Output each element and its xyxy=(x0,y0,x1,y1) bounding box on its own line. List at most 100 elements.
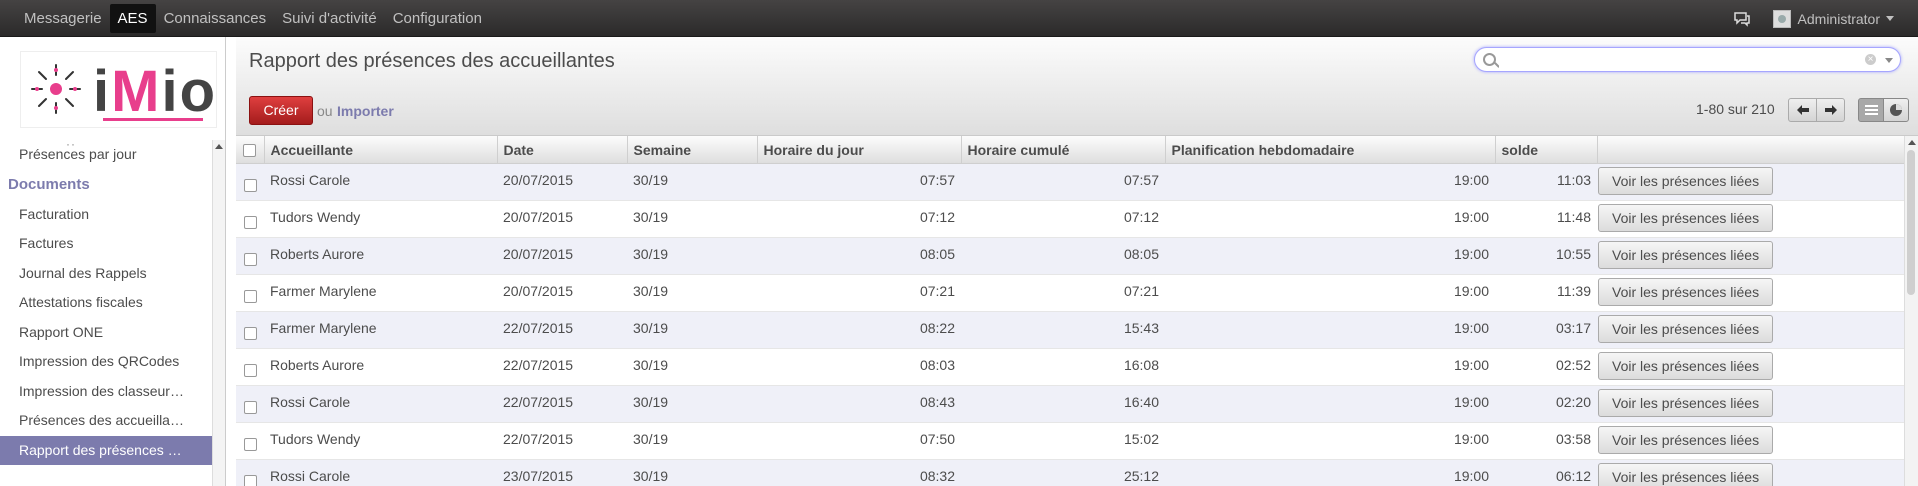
view-linked-presences-button[interactable]: Voir les présences liées xyxy=(1598,278,1774,306)
sidebar-item[interactable]: Attestations fiscales xyxy=(0,288,214,318)
table-cell: 25:12 xyxy=(961,459,1165,486)
clear-icon[interactable]: × xyxy=(1865,54,1876,65)
pager-next-button[interactable] xyxy=(1816,98,1845,122)
chevron-down-icon[interactable] xyxy=(1886,16,1894,21)
avatar[interactable] xyxy=(1772,9,1791,28)
pager-previous-button[interactable] xyxy=(1788,98,1817,122)
sidebar-item[interactable]: Présences des accueilla… xyxy=(0,406,214,436)
chat-icon[interactable] xyxy=(1733,10,1751,28)
table-cell: 19:00 xyxy=(1165,422,1495,460)
scroll-up-icon[interactable] xyxy=(215,144,223,149)
row-checkbox[interactable] xyxy=(243,326,257,340)
table-cell: 08:32 xyxy=(757,459,961,486)
column-header[interactable]: Semaine xyxy=(627,136,758,164)
row-checkbox[interactable] xyxy=(243,474,257,486)
table-row[interactable]: Rossi Carole 20/07/2015 30/19 07:57 07:57 19:… xyxy=(236,163,1904,201)
column-header[interactable]: Accueillante xyxy=(264,136,498,164)
table-row[interactable]: Tudors Wendy 20/07/2015 30/19 07:12 07:12 19:… xyxy=(236,200,1904,238)
or-label: ou xyxy=(317,103,333,119)
row-select-cell xyxy=(236,385,264,423)
view-linked-presences-button[interactable]: Voir les présences liées xyxy=(1598,315,1774,343)
user-area: Administrator xyxy=(1733,0,1894,37)
table-cell: 30/19 xyxy=(627,200,757,238)
table-cell: 20/07/2015 xyxy=(497,237,627,275)
search-input[interactable] xyxy=(1499,51,1863,70)
control-panel: Rapport des présences des accueillantes … xyxy=(236,37,1918,136)
view-linked-presences-button[interactable]: Voir les présences liées xyxy=(1598,241,1774,269)
table-cell: Farmer Marylene xyxy=(264,311,497,349)
table-cell: 11:03 xyxy=(1495,163,1597,201)
table-cell: 22/07/2015 xyxy=(497,422,627,460)
sidebar-item[interactable]: Factures xyxy=(0,229,214,259)
import-link[interactable]: Importer xyxy=(337,103,394,119)
table-row[interactable]: Farmer Marylene 20/07/2015 30/19 07:21 07:21… xyxy=(236,274,1904,312)
sidebar-item[interactable]: Impression des classeur… xyxy=(0,377,214,407)
search-options-icon[interactable] xyxy=(1885,58,1893,63)
row-checkbox[interactable] xyxy=(243,363,257,377)
logo-wordmark: iMio xyxy=(93,59,217,124)
column-header[interactable]: Date xyxy=(497,136,628,164)
graph-view-button[interactable] xyxy=(1883,98,1909,122)
top-menu-item-messagerie[interactable]: Messagerie xyxy=(16,0,110,37)
sidebar-item[interactable]: Facturation xyxy=(0,200,214,230)
table-cell: 30/19 xyxy=(627,163,757,201)
view-linked-presences-button[interactable]: Voir les présences liées xyxy=(1598,167,1774,195)
company-logo[interactable]: iMio xyxy=(20,51,217,128)
main-content: Rapport des présences des accueillantes … xyxy=(236,37,1918,486)
create-button[interactable]: Créer xyxy=(249,96,313,125)
table-cell: Rossi Carole xyxy=(264,163,497,201)
row-checkbox[interactable] xyxy=(243,252,257,266)
sidebar-item[interactable]: Impression des QRCodes xyxy=(0,347,214,377)
view-linked-presences-button[interactable]: Voir les présences liées xyxy=(1598,204,1774,232)
table-row[interactable]: Farmer Marylene 22/07/2015 30/19 08:22 15:43… xyxy=(236,311,1904,349)
search-box[interactable]: × xyxy=(1474,47,1901,72)
view-linked-presences-button[interactable]: Voir les présences liées xyxy=(1598,463,1774,486)
row-checkbox[interactable] xyxy=(243,178,257,192)
table-row[interactable]: Roberts Aurore 20/07/2015 30/19 08:05 08:05 1… xyxy=(236,237,1904,275)
top-menu-item-suivi-d-activit-[interactable]: Suivi d'activité xyxy=(274,0,385,37)
table-cell: 07:21 xyxy=(961,274,1165,312)
table-cell: 06:12 xyxy=(1495,459,1597,486)
table-row[interactable]: Roberts Aurore 22/07/2015 30/19 08:03 16:08 1… xyxy=(236,348,1904,386)
pager-value[interactable]: 1-80 sur 210 xyxy=(1696,101,1775,117)
row-checkbox[interactable] xyxy=(243,400,257,414)
row-action-cell: Voir les présences liées xyxy=(1597,385,1904,423)
list-view-button[interactable] xyxy=(1858,98,1884,122)
top-menu-item-configuration[interactable]: Configuration xyxy=(385,0,490,37)
table-cell: 07:12 xyxy=(757,200,961,238)
table-cell: 20/07/2015 xyxy=(497,163,627,201)
row-checkbox[interactable] xyxy=(243,437,257,451)
table-row[interactable]: Rossi Carole 23/07/2015 30/19 08:32 25:12 19:… xyxy=(236,459,1904,486)
sidebar-item[interactable]: Rapport des présences … xyxy=(0,435,214,465)
table-cell: 30/19 xyxy=(627,311,757,349)
table-cell: 20/07/2015 xyxy=(497,200,627,238)
top-menu-bar: Messagerie AES Connaissances Suivi d'activi… xyxy=(0,0,1918,37)
table-cell: 23/07/2015 xyxy=(497,459,627,486)
top-menu-item-connaissances[interactable]: Connaissances xyxy=(156,0,275,37)
row-checkbox[interactable] xyxy=(243,215,257,229)
table-row[interactable]: Rossi Carole 22/07/2015 30/19 08:43 16:40 19:… xyxy=(236,385,1904,423)
column-header[interactable]: Horaire du jour xyxy=(757,136,962,164)
logo-stripe xyxy=(103,118,203,121)
table-scrollbar[interactable] xyxy=(1904,136,1918,486)
scroll-up-icon[interactable] xyxy=(1908,140,1916,145)
top-menu-item-aes[interactable]: AES xyxy=(109,4,156,33)
row-select-cell xyxy=(236,200,264,238)
view-linked-presences-button[interactable]: Voir les présences liées xyxy=(1598,352,1774,380)
sidebar-item[interactable]: Rapport ONE xyxy=(0,318,214,348)
sidebar-item[interactable]: Présences par jour xyxy=(0,140,214,170)
column-header[interactable]: solde xyxy=(1495,136,1598,164)
view-linked-presences-button[interactable]: Voir les présences liées xyxy=(1598,426,1774,454)
sidebar-item[interactable]: Journal des Rappels xyxy=(0,259,214,289)
column-header[interactable]: Horaire cumulé xyxy=(961,136,1166,164)
table-row[interactable]: Tudors Wendy 22/07/2015 30/19 07:50 15:02 19:… xyxy=(236,422,1904,460)
row-checkbox[interactable] xyxy=(243,289,257,303)
view-linked-presences-button[interactable]: Voir les présences liées xyxy=(1598,389,1774,417)
scrollbar-thumb[interactable] xyxy=(1907,150,1915,295)
column-header[interactable]: Planification hebdomadaire xyxy=(1165,136,1496,164)
table-cell: 07:12 xyxy=(961,200,1165,238)
select-all-checkbox[interactable] xyxy=(243,144,257,158)
row-action-cell: Voir les présences liées xyxy=(1597,422,1904,460)
user-name[interactable]: Administrator xyxy=(1798,11,1880,27)
sidebar-scrollbar[interactable] xyxy=(212,140,225,486)
